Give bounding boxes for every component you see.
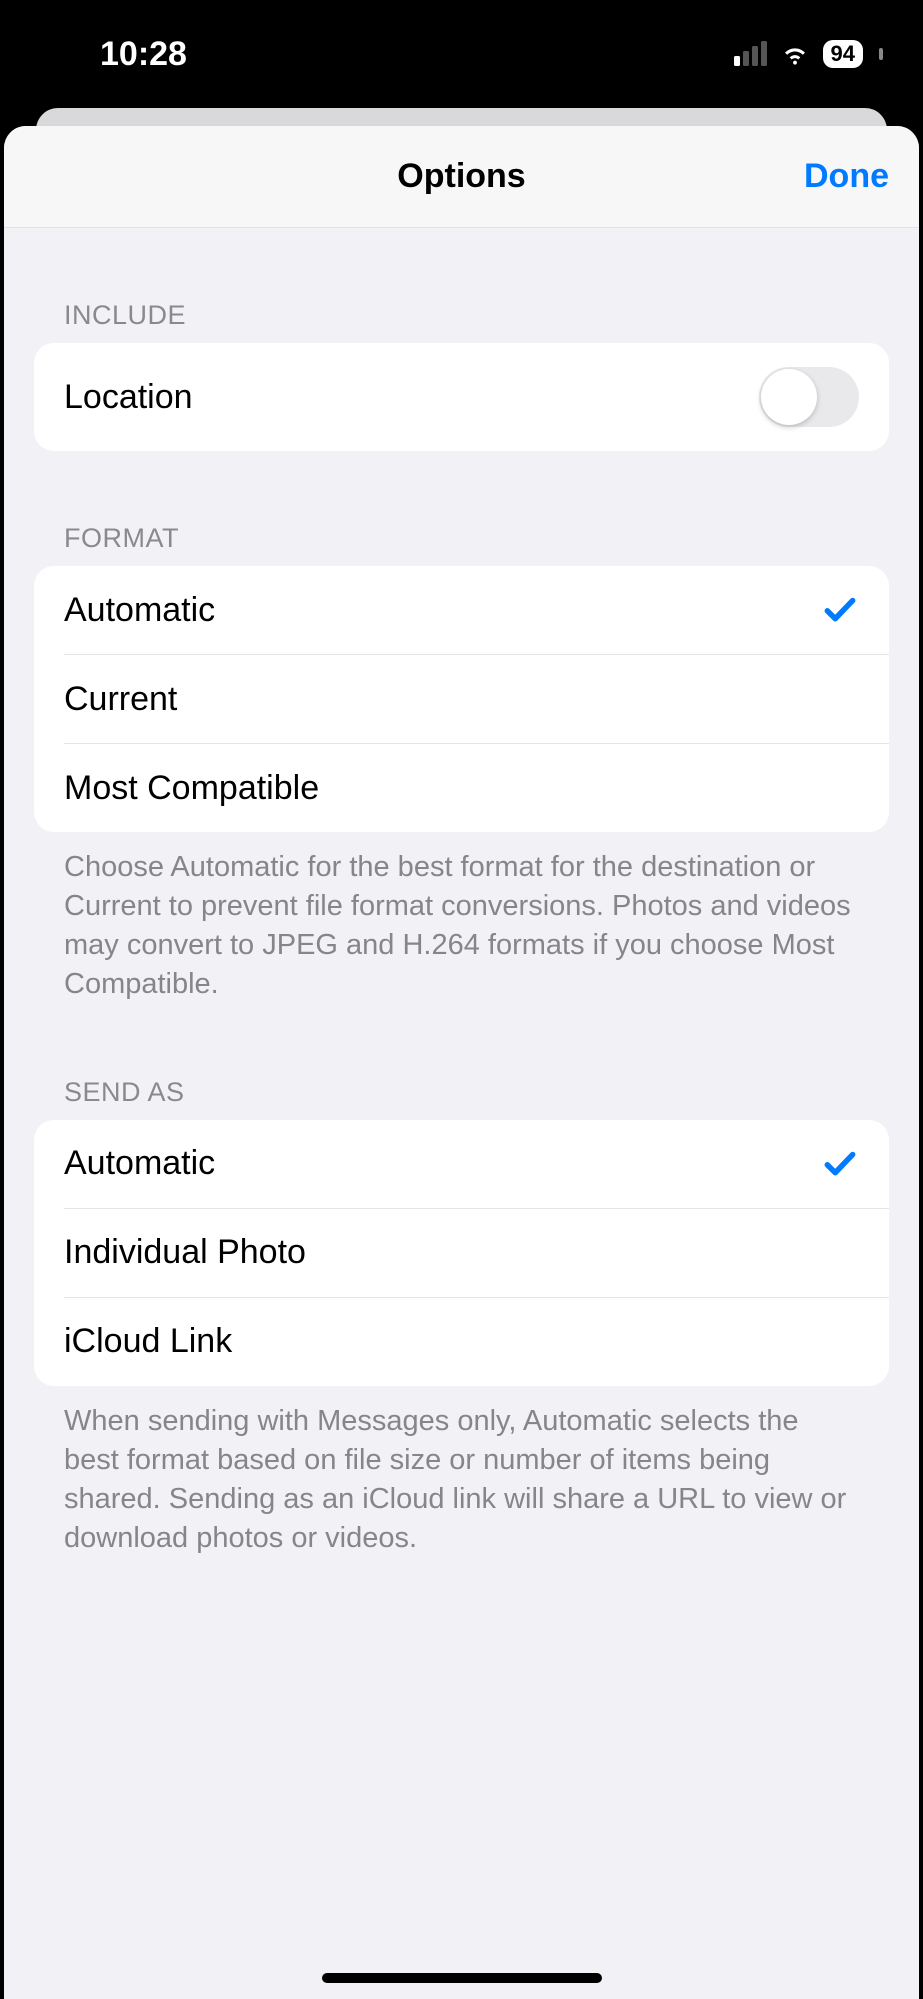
include-group: Location xyxy=(34,343,889,451)
format-group: Automatic Current Most Compatible xyxy=(34,566,889,832)
home-indicator[interactable] xyxy=(322,1973,602,1983)
format-option-label: Most Compatible xyxy=(64,769,319,808)
send-as-option-individual-photo[interactable]: Individual Photo xyxy=(34,1209,889,1297)
options-sheet: Options Done Include Location Format Aut… xyxy=(4,126,919,1999)
battery-icon: 94 xyxy=(823,40,863,68)
section-header-send-as: Send As xyxy=(34,1005,889,1120)
send-as-option-label: iCloud Link xyxy=(64,1322,232,1361)
status-time: 10:28 xyxy=(100,35,187,74)
battery-level: 94 xyxy=(831,41,855,67)
sheet-header: Options Done xyxy=(4,126,919,228)
format-option-current[interactable]: Current xyxy=(34,655,889,743)
format-footer: Choose Automatic for the best format for… xyxy=(34,832,889,1005)
format-option-label: Current xyxy=(64,680,177,719)
send-as-option-icloud-link[interactable]: iCloud Link xyxy=(34,1298,889,1386)
send-as-option-label: Individual Photo xyxy=(64,1233,306,1272)
toggle-knob xyxy=(761,369,817,425)
location-label: Location xyxy=(64,378,193,417)
status-right: 94 xyxy=(734,38,883,70)
location-row[interactable]: Location xyxy=(34,343,889,451)
done-button[interactable]: Done xyxy=(804,157,889,196)
section-header-format: Format xyxy=(34,451,889,566)
send-as-option-automatic[interactable]: Automatic xyxy=(34,1120,889,1208)
location-toggle[interactable] xyxy=(759,367,859,427)
send-as-group: Automatic Individual Photo iCloud Link xyxy=(34,1120,889,1386)
section-header-include: Include xyxy=(34,228,889,343)
cellular-signal-icon xyxy=(734,42,767,66)
checkmark-icon xyxy=(821,1145,859,1183)
send-as-option-label: Automatic xyxy=(64,1144,215,1183)
format-option-most-compatible[interactable]: Most Compatible xyxy=(34,744,889,832)
sheet-title: Options xyxy=(397,157,525,196)
send-as-footer: When sending with Messages only, Automat… xyxy=(34,1386,889,1559)
status-bar: 10:28 94 xyxy=(0,0,923,108)
format-option-label: Automatic xyxy=(64,591,215,630)
format-option-automatic[interactable]: Automatic xyxy=(34,566,889,654)
sheet-content: Include Location Format Automatic Curren… xyxy=(4,228,919,1598)
checkmark-icon xyxy=(821,591,859,629)
wifi-icon xyxy=(779,38,811,70)
